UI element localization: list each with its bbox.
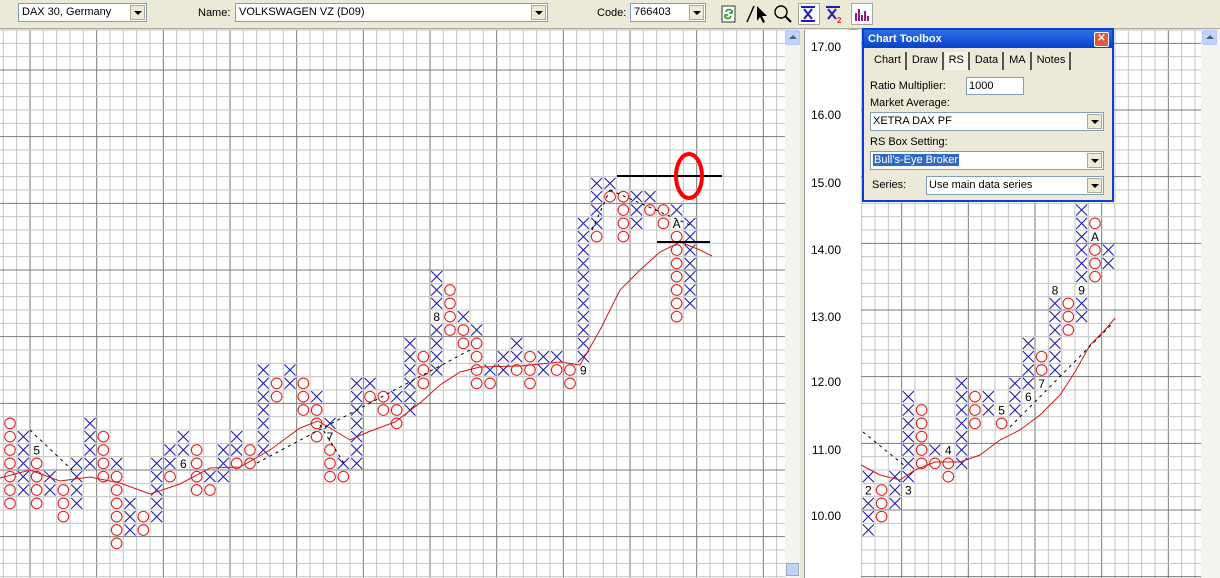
market-average-value: XETRA DAX PF — [873, 115, 952, 127]
month-label: 6 — [180, 457, 187, 471]
tab-ma[interactable]: MA — [1005, 52, 1032, 70]
series-select[interactable]: Use main data series — [926, 176, 1104, 195]
right-chart-scrollbar[interactable] — [1201, 30, 1220, 578]
toolbox-title: Chart Toolbox — [868, 33, 942, 45]
chart-toolbox: Chart Toolbox ✕ Chart Draw RS Data MA Not… — [862, 28, 1114, 202]
month-label: A — [1091, 230, 1099, 244]
left-chart-scrollbar[interactable] — [785, 30, 800, 578]
axis-label: 17.00 — [810, 40, 841, 54]
axis-label: 16.00 — [810, 108, 841, 122]
tab-draw[interactable]: Draw — [908, 52, 944, 70]
series-value: Use main data series — [929, 179, 1033, 191]
month-label: 5 — [33, 444, 40, 458]
scroll-up-button[interactable] — [1202, 30, 1217, 45]
axis-label: 10.00 — [810, 509, 841, 523]
axis-label: 15.00 — [810, 176, 841, 190]
rs-box-setting-select[interactable]: Bull's-Eye Broker — [870, 151, 1104, 170]
chevron-down-icon[interactable] — [1087, 153, 1102, 168]
month-label: 5 — [998, 404, 1005, 418]
rs-box-setting-value: Bull's-Eye Broker — [873, 154, 960, 166]
tab-notes[interactable]: Notes — [1033, 52, 1072, 70]
month-label: 9 — [1078, 284, 1085, 298]
month-label: 8 — [433, 310, 440, 324]
toolbox-tabs: Chart Draw RS Data MA Notes — [870, 52, 1072, 70]
left-chart-background — [0, 30, 785, 578]
scroll-thumb[interactable] — [786, 563, 799, 576]
axis-label: 11.00 — [811, 443, 841, 457]
chevron-down-icon[interactable] — [1087, 178, 1102, 193]
month-label: 8 — [1052, 284, 1059, 298]
tab-chart[interactable]: Chart — [870, 52, 907, 70]
close-icon[interactable]: ✕ — [1094, 32, 1109, 47]
axis-label: 12.00 — [810, 375, 841, 389]
toolbox-titlebar[interactable]: Chart Toolbox ✕ — [864, 30, 1112, 48]
month-label: 2 — [865, 484, 872, 498]
series-label: Series: — [872, 179, 907, 191]
market-average-label: Market Average: — [870, 97, 950, 109]
month-label: 9 — [580, 364, 587, 378]
ratio-multiplier-label: Ratio Multiplier: — [870, 80, 946, 92]
chevron-down-icon[interactable] — [1087, 114, 1102, 129]
axis-label: 13.00 — [810, 310, 841, 324]
month-label: 7 — [1038, 377, 1045, 391]
axis-label: 14.00 — [810, 243, 841, 257]
price-axis: 17.00 16.00 15.00 14.00 13.00 12.00 11.0… — [804, 30, 861, 578]
market-average-select[interactable]: XETRA DAX PF — [870, 112, 1104, 131]
tab-rs[interactable]: RS — [944, 52, 970, 70]
month-label: 3 — [905, 484, 912, 498]
tab-data[interactable]: Data — [971, 52, 1005, 70]
month-label: 4 — [945, 444, 952, 458]
scroll-up-button[interactable] — [785, 30, 800, 45]
month-label: 6 — [1025, 390, 1032, 404]
ratio-multiplier-input[interactable]: 1000 — [966, 77, 1024, 95]
rs-box-setting-label: RS Box Setting: — [870, 136, 948, 148]
